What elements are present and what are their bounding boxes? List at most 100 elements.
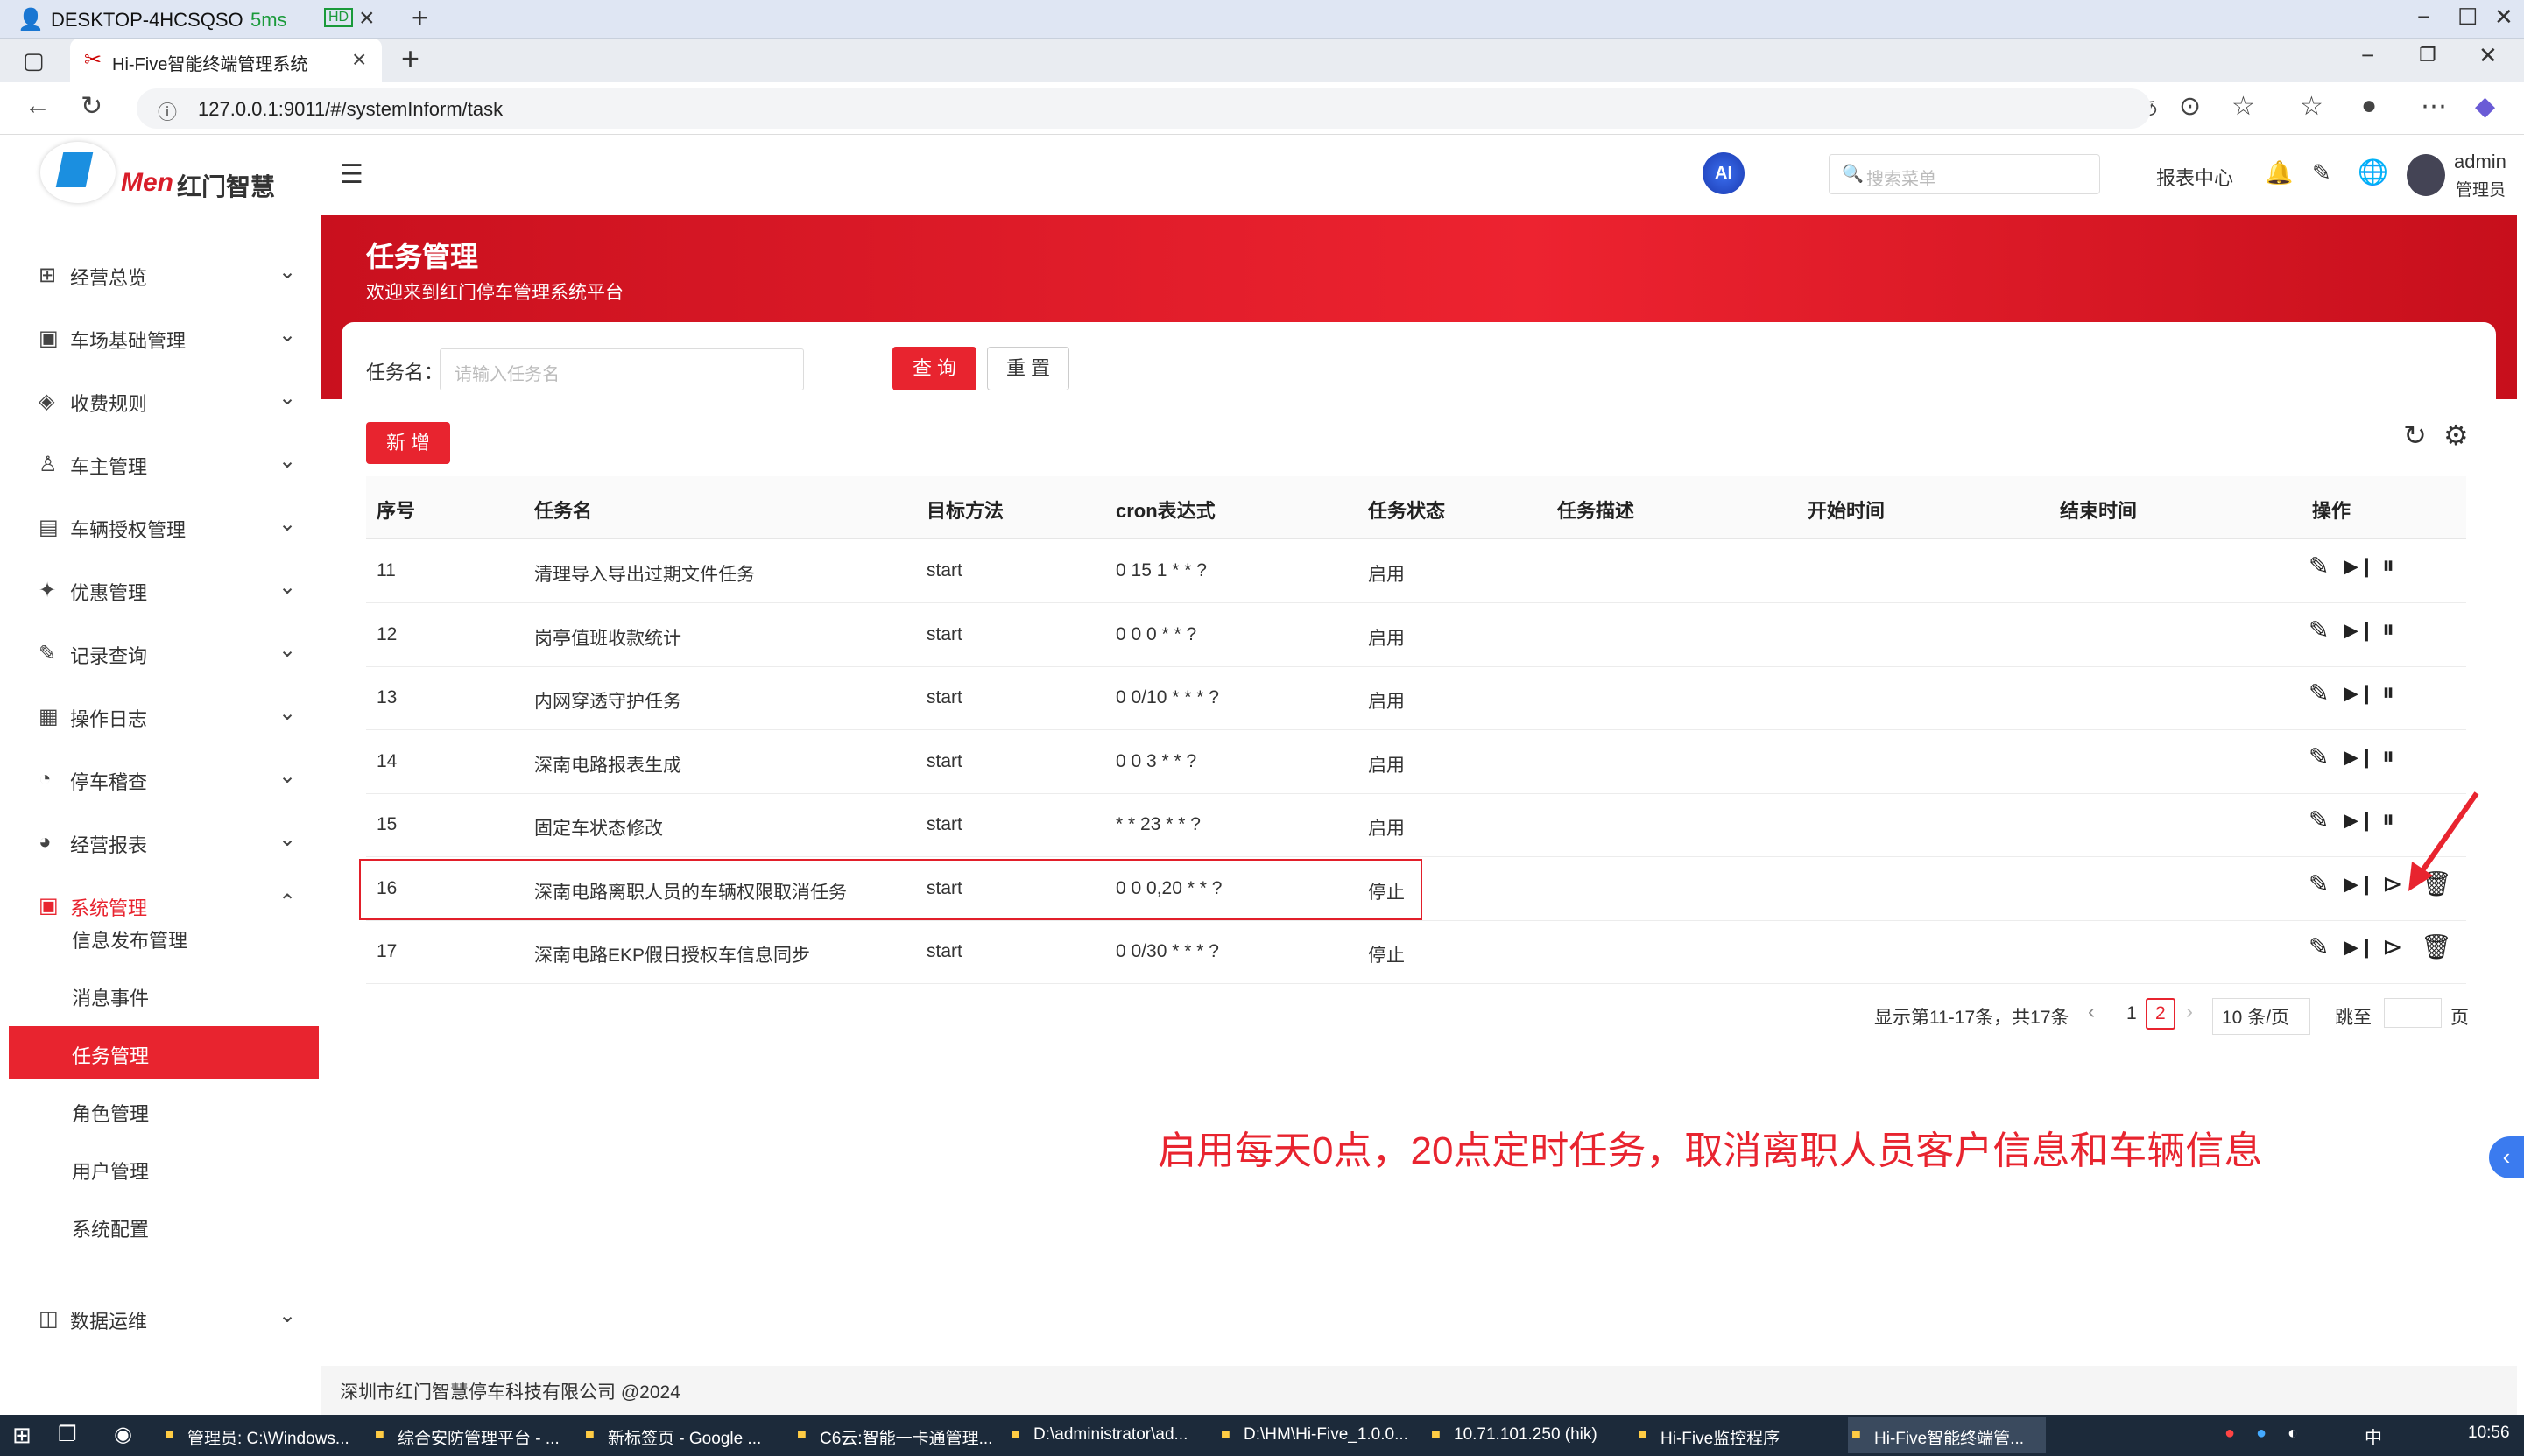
- task-view-icon[interactable]: ❐: [58, 1422, 77, 1447]
- task-name-input[interactable]: 请输入任务名: [440, 348, 804, 390]
- taskbar-app[interactable]: D:\HM\Hi-Five_1.0.0... ■: [1217, 1417, 1419, 1453]
- copilot-icon[interactable]: ◆: [2475, 91, 2495, 122]
- tray-icon[interactable]: ●: [2224, 1424, 2235, 1444]
- theme-icon[interactable]: ✎: [2312, 159, 2331, 186]
- edit-icon[interactable]: ✎: [2309, 679, 2329, 707]
- taskbar-app[interactable]: 管理员: C:\Windows... ■: [161, 1417, 361, 1453]
- profile-icon[interactable]: ●: [2361, 91, 2377, 121]
- taskbar-app[interactable]: C6云:智能一卡通管理... ■: [793, 1417, 998, 1453]
- sidebar-subitem-5[interactable]: 系统配置: [9, 1199, 319, 1252]
- run-once-icon[interactable]: ▶❙: [2344, 682, 2374, 705]
- info-icon[interactable]: ⓘ: [158, 97, 177, 125]
- sidebar-subitem-2[interactable]: 任务管理: [9, 1026, 319, 1079]
- taskbar-app[interactable]: Hi-Five智能终端管... ■: [1848, 1417, 2046, 1453]
- minimize-icon[interactable]: −: [2417, 4, 2430, 31]
- run-once-icon[interactable]: ▶❙: [2344, 809, 2374, 832]
- next-page-icon[interactable]: ›: [2186, 1000, 2193, 1024]
- close-window-icon[interactable]: ✕: [2478, 42, 2498, 69]
- pagination: 显示第11-17条，共17条 ‹ 1 2 › 10 条/页 跳至 页: [1874, 998, 2505, 1035]
- edit-icon[interactable]: ✎: [2309, 805, 2329, 834]
- taskbar-app[interactable]: 10.71.101.250 (hik) ■: [1428, 1417, 1625, 1453]
- sidebar-item-6[interactable]: ✎ 记录查询 ⌄: [0, 622, 319, 685]
- minimize-icon[interactable]: −: [2361, 42, 2374, 69]
- url-field[interactable]: ⓘ 127.0.0.1:9011/#/systemInform/task: [137, 88, 2151, 129]
- run-once-icon[interactable]: ▶❙: [2344, 746, 2374, 769]
- sidebar-subitem-4[interactable]: 用户管理: [9, 1142, 319, 1194]
- menu-icon[interactable]: ⋯: [2421, 91, 2447, 122]
- edit-icon[interactable]: ✎: [2309, 552, 2329, 580]
- edit-icon[interactable]: ✎: [2309, 932, 2329, 961]
- menu-search-input[interactable]: 🔍 搜索菜单: [1829, 154, 2100, 194]
- page-1[interactable]: 1: [2126, 1003, 2137, 1024]
- tray-icon[interactable]: ◐: [2288, 1424, 2298, 1444]
- close-icon[interactable]: ×: [359, 4, 375, 33]
- sidebar-toggle-icon[interactable]: ▢: [23, 47, 45, 74]
- run-once-icon[interactable]: ▶❙: [2344, 936, 2374, 959]
- page-2[interactable]: 2: [2146, 998, 2175, 1030]
- pause-icon[interactable]: ⏸: [2382, 679, 2394, 707]
- query-button[interactable]: 查 询: [892, 347, 976, 390]
- delete-icon[interactable]: 🗑: [2421, 932, 2452, 961]
- ime-indicator[interactable]: 中: [2365, 1424, 2382, 1449]
- reload-icon[interactable]: ↻: [81, 91, 102, 122]
- back-icon[interactable]: ←: [25, 91, 51, 121]
- sidebar-item-7[interactable]: ▦ 操作日志 ⌄: [0, 685, 319, 748]
- pause-icon[interactable]: ⏸: [2382, 552, 2394, 580]
- run-once-icon[interactable]: ▶❙: [2344, 619, 2374, 642]
- new-tab-icon[interactable]: +: [401, 40, 419, 77]
- close-tab-icon[interactable]: ×: [352, 46, 366, 74]
- browser-tab[interactable]: ✂ Hi-Five智能终端管理系统 ×: [70, 39, 382, 82]
- language-icon[interactable]: 🌐: [2358, 158, 2388, 186]
- pause-icon[interactable]: ⏸: [2382, 615, 2394, 644]
- avatar[interactable]: [2407, 154, 2445, 196]
- favorites-icon[interactable]: ☆: [2300, 91, 2323, 122]
- taskbar-app[interactable]: Hi-Five监控程序 ■: [1634, 1417, 1841, 1453]
- collapse-menu-icon[interactable]: ☰: [340, 159, 363, 190]
- sidebar-subitem-1[interactable]: 消息事件: [9, 968, 319, 1021]
- taskbar-app[interactable]: 综合安防管理平台 - ... ■: [371, 1417, 573, 1453]
- add-button[interactable]: 新 增: [366, 422, 450, 464]
- restore-icon[interactable]: ❐: [2419, 44, 2436, 67]
- sidebar-subitem-0[interactable]: 信息发布管理: [9, 911, 319, 963]
- sidebar-item-0[interactable]: ⊞ 经营总览 ⌄: [0, 243, 319, 306]
- close-window-icon[interactable]: ✕: [2494, 4, 2513, 31]
- taskbar-app[interactable]: D:\administrator\ad... ■: [1007, 1417, 1209, 1453]
- run-once-icon[interactable]: ▶❙: [2344, 555, 2374, 578]
- windows-start-icon[interactable]: ⊞: [12, 1422, 32, 1449]
- report-center-link[interactable]: 报表中心: [2156, 163, 2233, 191]
- user-icon: 👤: [18, 8, 44, 32]
- pause-icon[interactable]: ⏸: [2382, 805, 2394, 834]
- tray-icon[interactable]: ●: [2256, 1424, 2267, 1444]
- refresh-icon[interactable]: ↻: [2403, 419, 2427, 452]
- page-size-select[interactable]: 10 条/页: [2212, 998, 2310, 1035]
- app-icon[interactable]: ◉: [114, 1422, 132, 1447]
- taskbar-app[interactable]: 新标签页 - Google ... ■: [582, 1417, 785, 1453]
- edit-icon[interactable]: ✎: [2309, 742, 2329, 771]
- edit-icon[interactable]: ✎: [2309, 615, 2329, 644]
- sidebar-item-9[interactable]: ◕ 经营报表 ⌄: [0, 811, 319, 874]
- pause-icon[interactable]: ⏸: [2382, 742, 2394, 771]
- collapse-panel-icon[interactable]: ‹: [2489, 1136, 2524, 1178]
- more-tools-icon[interactable]: ⊙: [2179, 91, 2201, 122]
- new-session-icon[interactable]: +: [412, 2, 428, 34]
- sidebar-item-5[interactable]: ✦ 优惠管理 ⌄: [0, 559, 319, 622]
- start-icon[interactable]: ⊳: [2382, 932, 2402, 961]
- run-once-icon[interactable]: ▶❙: [2344, 873, 2374, 896]
- ai-assistant-button[interactable]: AI: [1703, 152, 1745, 194]
- favorite-star-icon[interactable]: ☆: [2231, 91, 2255, 122]
- bell-icon[interactable]: 🔔: [2265, 159, 2293, 186]
- sidebar-item-3[interactable]: ♙ 车主管理 ⌄: [0, 433, 319, 496]
- sidebar-item-8[interactable]: ◔ 停车稽查 ⌄: [0, 748, 319, 811]
- reset-button[interactable]: 重 置: [987, 347, 1069, 390]
- settings-gear-icon[interactable]: ⚙: [2443, 419, 2469, 452]
- sidebar-item-2[interactable]: ◈ 收费规则 ⌄: [0, 369, 319, 433]
- maximize-icon[interactable]: ☐: [2457, 4, 2478, 31]
- sidebar-item-11[interactable]: ◫ 数据运维 ⌄: [0, 1287, 319, 1350]
- edit-icon[interactable]: ✎: [2309, 869, 2329, 898]
- sidebar-item-4[interactable]: ▤ 车辆授权管理 ⌄: [0, 496, 319, 559]
- username[interactable]: admin: [2454, 151, 2506, 173]
- prev-page-icon[interactable]: ‹: [2088, 1000, 2095, 1024]
- jump-input[interactable]: [2384, 998, 2442, 1028]
- sidebar-subitem-3[interactable]: 角色管理: [9, 1084, 319, 1136]
- sidebar-item-1[interactable]: ▣ 车场基础管理 ⌄: [0, 306, 319, 369]
